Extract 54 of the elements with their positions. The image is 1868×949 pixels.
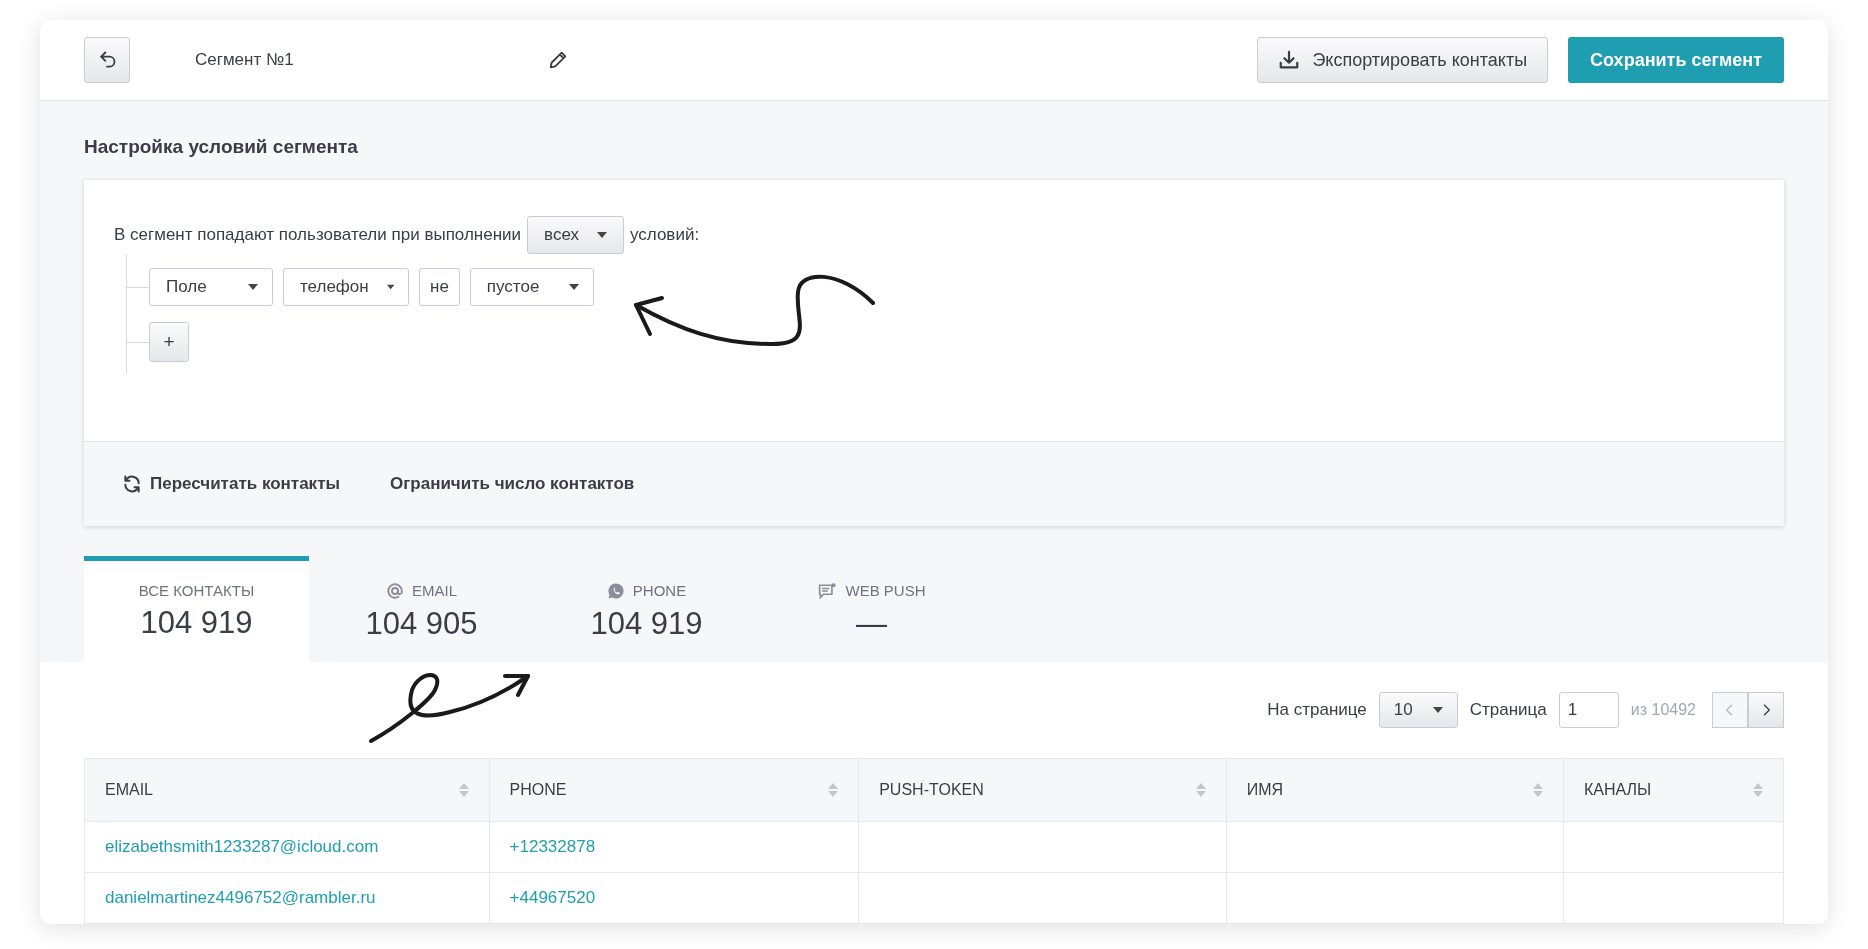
channel-tab[interactable]: WEB PUSH —: [759, 556, 984, 662]
page-total: из 10492: [1630, 701, 1696, 719]
channel-tab[interactable]: EMAIL 104 905: [309, 556, 534, 662]
refresh-icon: [122, 474, 142, 494]
caret-icon: [568, 284, 579, 290]
next-page-button[interactable]: [1748, 692, 1784, 728]
column-header: ИМЯ: [1246, 781, 1284, 799]
undo-arrow-icon: [97, 50, 117, 70]
column-header: КАНАЛЫ: [1583, 781, 1652, 799]
column-header: PHONE: [509, 781, 567, 799]
contact-count: 104 919: [140, 605, 253, 641]
sort-icon[interactable]: [1195, 783, 1206, 797]
contact-count: 104 919: [590, 605, 703, 642]
tab-label: WEB PUSH: [845, 582, 926, 599]
sort-icon[interactable]: [1753, 783, 1763, 797]
condition-operator: не: [419, 268, 460, 306]
channel-tab[interactable]: PHONE 104 919: [534, 556, 759, 662]
page-input[interactable]: 1: [1558, 692, 1619, 728]
tab-label: EMAIL: [412, 582, 457, 599]
chat-phone-icon: [606, 581, 625, 600]
sort-icon[interactable]: [1532, 783, 1543, 797]
condition-dropdown[interactable]: Поле: [149, 268, 273, 306]
condition-text: В сегмент попадают пользователи при выполнении: [114, 225, 522, 245]
at-sign-icon: [386, 581, 404, 600]
caret-icon: [1432, 707, 1443, 713]
channel-tab[interactable]: ВСЕ КОНТАКТЫ 104 919: [84, 556, 309, 662]
sort-icon[interactable]: [458, 783, 469, 797]
per-page-dropdown[interactable]: 10: [1378, 692, 1458, 728]
caret-icon: [597, 232, 607, 238]
per-page-label: На странице: [1267, 700, 1367, 720]
tab-label: ВСЕ КОНТАКТЫ: [138, 582, 255, 599]
limit-link[interactable]: Ограничить число контактов: [390, 474, 635, 494]
condition-dropdown[interactable]: пустое: [469, 268, 594, 306]
download-icon: [1278, 49, 1301, 71]
back-button[interactable]: [84, 37, 130, 83]
sort-icon[interactable]: [828, 783, 839, 797]
section-heading: Настройка условий сегмента: [84, 135, 359, 159]
pencil-icon[interactable]: [547, 49, 569, 71]
condition-dropdown[interactable]: телефон: [283, 268, 409, 306]
contact-count: —: [856, 605, 887, 642]
recalculate-link[interactable]: Пересчитать контакты: [122, 474, 340, 494]
tab-label: PHONE: [632, 582, 687, 599]
column-header: PUSH-TOKEN: [879, 781, 984, 799]
caret-icon: [386, 284, 394, 290]
condition-text: условий:: [630, 225, 700, 245]
caret-icon: [248, 284, 258, 290]
page-label: Страница: [1469, 700, 1547, 720]
contact-count: 104 905: [365, 605, 478, 642]
segment-title: Сегмент №1: [195, 50, 295, 70]
export-button[interactable]: Экспортировать контакты: [1257, 37, 1549, 83]
match-dropdown[interactable]: всех: [527, 216, 624, 254]
column-header: EMAIL: [105, 781, 153, 799]
message-icon: [817, 581, 838, 600]
add-condition-button[interactable]: +: [149, 322, 189, 362]
